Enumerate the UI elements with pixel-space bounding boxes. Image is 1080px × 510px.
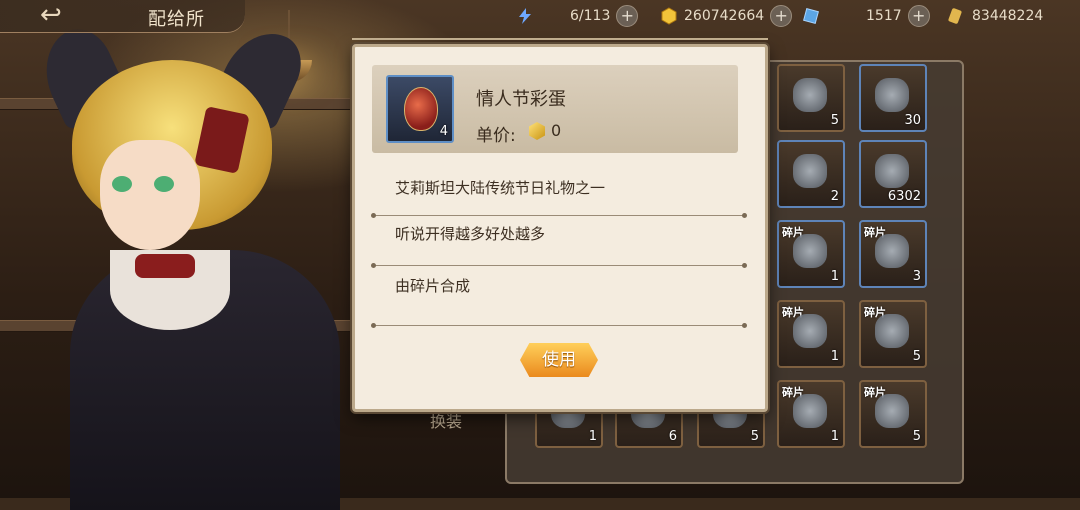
character-eye (112, 176, 132, 192)
gold-coin-icon (660, 7, 678, 25)
inventory-slot[interactable]: 碎片 3 (859, 220, 927, 288)
gold-value: 260742664 (684, 8, 765, 24)
character-eye (154, 176, 174, 192)
item-icon-frame: 4 (386, 75, 454, 143)
stamina-value: 6/113 (570, 8, 611, 24)
valentine-egg-icon (404, 87, 438, 131)
add-gem-button[interactable]: + (907, 5, 930, 27)
lightning-icon (516, 7, 534, 25)
price-label: 单价: (476, 126, 516, 146)
character-bow (135, 254, 195, 278)
inventory-slot[interactable]: 5 (777, 64, 845, 132)
use-button[interactable]: 使用 (520, 343, 598, 377)
divider (371, 323, 747, 328)
inventory-slot[interactable]: 碎片 5 (859, 300, 927, 368)
token-icon (946, 7, 964, 25)
price-value: 0 (551, 121, 562, 140)
description-line: 艾莉斯坦大陆传统节日礼物之一 (395, 179, 606, 197)
description-line: 由碎片合成 (395, 277, 471, 295)
inventory-slot[interactable]: 碎片 1 (777, 220, 845, 288)
item-detail-dialog: 4 情人节彩蛋 单价: 0 艾莉斯坦大陆传统节日礼物之一 听说开得越多好处越多 … (352, 44, 768, 412)
token-value: 83448224 (972, 8, 1044, 24)
blue-gem-icon (802, 7, 820, 25)
inventory-slot[interactable]: 30 (859, 64, 927, 132)
top-left-tab: ↩ 配给所 (0, 0, 245, 33)
back-arrow-icon[interactable]: ↩ (40, 2, 62, 28)
item-count: 4 (439, 124, 448, 139)
divider (371, 213, 747, 218)
inventory-slot[interactable]: 碎片 1 (777, 380, 845, 448)
inventory-slot[interactable]: 碎片 5 (859, 380, 927, 448)
gold-resource: 260742664 + (660, 4, 793, 28)
divider (371, 263, 747, 268)
inventory-slot[interactable]: 碎片 1 (777, 300, 845, 368)
item-name: 情人节彩蛋 (476, 89, 566, 110)
character-face (100, 140, 200, 250)
item-header: 4 情人节彩蛋 单价: 0 (372, 65, 738, 153)
description-line: 听说开得越多好处越多 (395, 225, 546, 243)
gold-coin-icon (529, 122, 545, 140)
add-gold-button[interactable]: + (770, 5, 793, 27)
inventory-slot[interactable]: 2 (777, 140, 845, 208)
inventory-slot[interactable]: 6302 (859, 140, 927, 208)
gem-resource: 1517 + (802, 4, 930, 28)
token-resource: 83448224 (946, 4, 1043, 28)
stamina-resource: 6/113 + (516, 4, 639, 28)
page-title: 配给所 (148, 9, 205, 30)
gem-value: 1517 (866, 8, 902, 24)
add-stamina-button[interactable]: + (616, 5, 639, 27)
